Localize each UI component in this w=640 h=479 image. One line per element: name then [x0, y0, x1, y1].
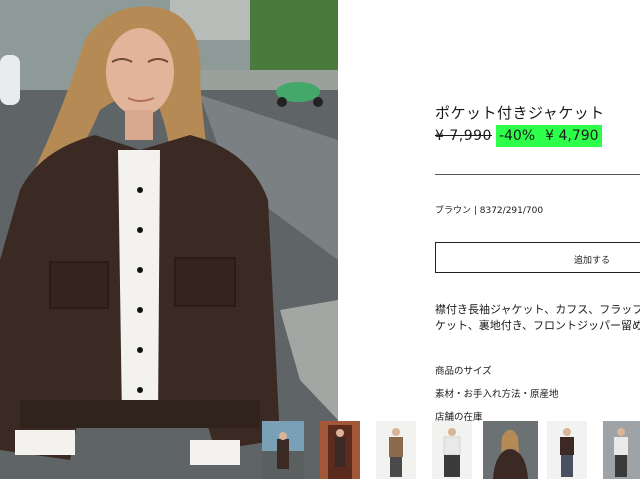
- thumbnail-4[interactable]: [432, 421, 472, 479]
- product-description: 襟付き長袖ジャケット、カフス、フラップ ケット、裏地付き、フロントジッパー留め: [435, 302, 640, 334]
- add-to-cart-button[interactable]: 追加する: [435, 242, 640, 273]
- sale-price-highlight: -40% ¥ 4,790: [495, 125, 602, 147]
- product-page: ポケット付きジャケット ¥ 7,990 -40% ¥ 4,790 ブラウン | …: [0, 0, 640, 479]
- thumb-street-view: [262, 421, 304, 479]
- main-photo-illustration: [0, 0, 338, 479]
- product-title: ポケット付きジャケット: [435, 104, 605, 122]
- thumbnail-strip: [262, 421, 640, 479]
- sale-price: ¥ 4,790: [545, 128, 599, 144]
- thumbnail-2[interactable]: [320, 421, 360, 479]
- description-line-2: ケット、裏地付き、フロントジッパー留め: [435, 319, 640, 332]
- thumb-model-front: [376, 421, 416, 479]
- thumbnail-3[interactable]: [376, 421, 416, 479]
- thumbnail-7[interactable]: [603, 421, 640, 479]
- color-and-reference: ブラウン | 8372/291/700: [435, 206, 544, 216]
- thumb-doorway: [320, 421, 360, 479]
- thumb-model-back: [603, 421, 640, 479]
- divider: [435, 174, 640, 175]
- size-guide-link[interactable]: 商品のサイズ: [435, 363, 492, 377]
- thumbnail-5[interactable]: [483, 421, 538, 479]
- original-price: ¥ 7,990: [435, 128, 492, 144]
- discount-badge: -40%: [498, 128, 536, 144]
- main-product-image[interactable]: [0, 0, 338, 479]
- description-line-1: 襟付き長袖ジャケット、カフス、フラップ: [435, 303, 640, 316]
- price-row: ¥ 7,990 -40% ¥ 4,790: [435, 125, 602, 147]
- thumb-model-white-top: [432, 421, 472, 479]
- add-to-cart-label: 追加する: [574, 256, 611, 266]
- materials-care-link[interactable]: 素材・お手入れ方法・原産地: [435, 386, 559, 400]
- thumb-model-side: [547, 421, 587, 479]
- product-info-panel: ポケット付きジャケット ¥ 7,990 -40% ¥ 4,790 ブラウン | …: [435, 0, 640, 479]
- thumbnail-6[interactable]: [547, 421, 587, 479]
- thumbnail-1[interactable]: [262, 421, 304, 479]
- thumb-model-closeup: [483, 421, 538, 479]
